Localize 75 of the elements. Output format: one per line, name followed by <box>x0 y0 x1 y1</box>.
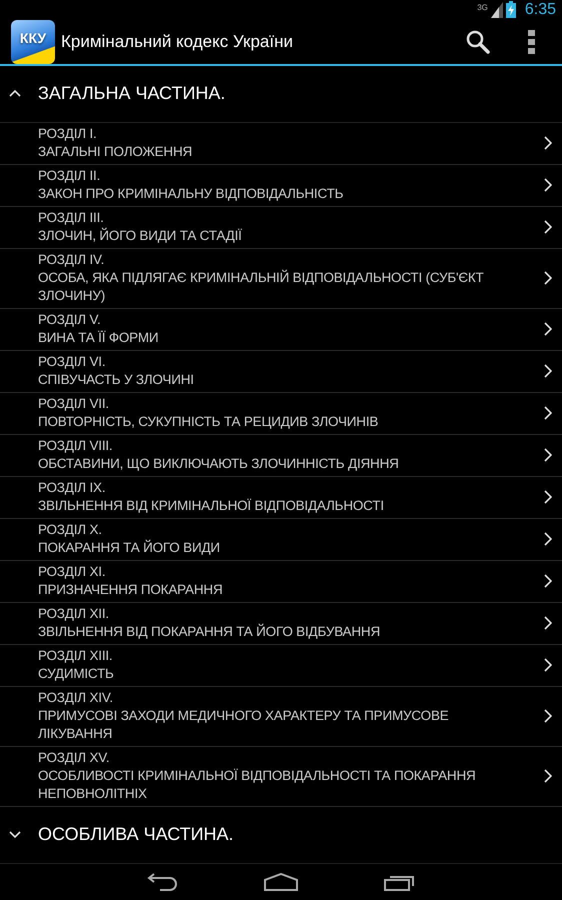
section-name: СПІВУЧАСТЬ У ЗЛОЧИНІ <box>38 370 195 389</box>
section-row[interactable]: РОЗДІЛ XIV. ПРИМУСОВІ ЗАХОДИ МЕДИЧНОГО ХАРАКТЕРУ ТА ПРИМУСОВЕ ЛІКУВАННЯ <box>0 686 562 747</box>
section-number: РОЗДІЛ VII. <box>38 394 110 413</box>
home-icon[interactable] <box>264 872 298 891</box>
chevron-right-icon <box>544 178 552 192</box>
overflow-menu-icon[interactable] <box>528 30 536 54</box>
section-number: РОЗДІЛ V. <box>38 310 102 329</box>
chevron-right-icon <box>544 616 552 630</box>
section-name: ЗВІЛЬНЕННЯ ВІД ПОКАРАННЯ ТА ЙОГО ВІДБУВАННЯ <box>38 622 381 641</box>
section-row[interactable]: РОЗДІЛ XIII. СУДИМІСТЬ <box>0 644 562 687</box>
section-name: ВИНА ТА ЇЇ ФОРМИ <box>38 328 160 347</box>
chevron-right-icon <box>544 768 552 783</box>
section-number: РОЗДІЛ XIV. <box>38 688 114 707</box>
battery-icon <box>506 1 516 18</box>
search-icon[interactable] <box>466 30 490 54</box>
section-row[interactable]: РОЗДІЛ IX. ЗВІЛЬНЕННЯ ВІД КРИМІНАЛЬНОЇ ВІДПОВІДАЛЬНОСТІ <box>0 476 562 519</box>
section-number: РОЗДІЛ III. <box>38 208 105 227</box>
section-number: РОЗДІЛ XI. <box>38 562 106 581</box>
group-header[interactable]: ОСОБЛИВА ЧАСТИНА. <box>0 806 562 864</box>
section-number: РОЗДІЛ XV. <box>38 748 110 767</box>
chevron-right-icon <box>544 448 552 462</box>
group-title: ЗАГАЛЬНА ЧАСТИНА. <box>38 83 226 104</box>
group-header[interactable]: ЗАГАЛЬНА ЧАСТИНА. <box>0 66 562 123</box>
section-name: ОСОБА, ЯКА ПІДЛЯГАЄ КРИМІНАЛЬНІЙ ВІДПОВІДАЛЬНОСТІ (СУБ'ЄКТ ЗЛОЧИНУ) <box>38 268 485 305</box>
section-row[interactable]: РОЗДІЛ VIII. ОБСТАВИНИ, ЩО ВИКЛЮЧАЮТЬ ЗЛОЧИННІСТЬ ДІЯННЯ <box>0 434 562 477</box>
chevron-right-icon <box>544 270 552 285</box>
section-row[interactable]: РОЗДІЛ VI. СПІВУЧАСТЬ У ЗЛОЧИНІ <box>0 350 562 393</box>
chevron-right-icon <box>544 658 552 672</box>
section-name: ЗЛОЧИН, ЙОГО ВИДИ ТА СТАДІЇ <box>38 226 243 245</box>
section-name: ЗАКОН ПРО КРИМІНАЛЬНУ ВІДПОВІДАЛЬНІСТЬ <box>38 184 344 203</box>
chevron-right-icon <box>544 136 552 150</box>
network-label: 3G <box>477 3 488 12</box>
group-title: ОСОБЛИВА ЧАСТИНА. <box>38 824 234 846</box>
section-name: ПОКАРАННЯ ТА ЙОГО ВИДИ <box>38 538 221 557</box>
section-number: РОЗДІЛ II. <box>38 166 102 185</box>
back-icon[interactable] <box>146 872 178 891</box>
section-number: РОЗДІЛ VIII. <box>38 436 114 455</box>
section-row[interactable]: РОЗДІЛ VII. ПОВТОРНІСТЬ, СУКУПНІСТЬ ТА РЕЦИДИВ ЗЛОЧИНІВ <box>0 392 562 435</box>
section-row[interactable]: РОЗДІЛ XII. ЗВІЛЬНЕННЯ ВІД ПОКАРАННЯ ТА ЙОГО ВІДБУВАННЯ <box>0 602 562 645</box>
signal-icon <box>490 2 503 18</box>
chevron-right-icon <box>544 708 552 723</box>
section-name: ОСОБЛИВОСТІ КРИМІНАЛЬНОЇ ВІДПОВІДАЛЬНОСТІ ТА ПОКАРАННЯ НЕПОВНОЛІТНІХ <box>38 766 477 803</box>
clock-time: 6:35 <box>524 0 556 19</box>
section-number: РОЗДІЛ IX. <box>38 478 106 497</box>
section-row[interactable]: РОЗДІЛ XV. ОСОБЛИВОСТІ КРИМІНАЛЬНОЇ ВІДПОВІДАЛЬНОСТІ ТА ПОКАРАННЯ НЕПОВНОЛІТНІХ <box>0 746 562 807</box>
section-row[interactable]: РОЗДІЛ II. ЗАКОН ПРО КРИМІНАЛЬНУ ВІДПОВІДАЛЬНІСТЬ <box>0 164 562 207</box>
section-number: РОЗДІЛ IV. <box>38 250 106 269</box>
section-row[interactable]: РОЗДІЛ III. ЗЛОЧИН, ЙОГО ВИДИ ТА СТАДІЇ <box>0 206 562 249</box>
chevron-right-icon <box>544 490 552 504</box>
section-row[interactable]: РОЗДІЛ V. ВИНА ТА ЇЇ ФОРМИ <box>0 308 562 351</box>
section-name: ЗВІЛЬНЕННЯ ВІД КРИМІНАЛЬНОЇ ВІДПОВІДАЛЬНОСТІ <box>38 496 385 515</box>
section-row[interactable]: РОЗДІЛ XI. ПРИЗНАЧЕННЯ ПОКАРАННЯ <box>0 560 562 603</box>
chevron-right-icon <box>544 364 552 378</box>
expand-chevron-icon <box>9 830 21 840</box>
chevron-right-icon <box>544 406 552 420</box>
chevron-right-icon <box>544 574 552 588</box>
section-name: ОБСТАВИНИ, ЩО ВИКЛЮЧАЮТЬ ЗЛОЧИННІСТЬ ДІЯННЯ <box>38 454 400 473</box>
section-name: ПРИМУСОВІ ЗАХОДИ МЕДИЧНОГО ХАРАКТЕРУ ТА ПРИМУСОВЕ ЛІКУВАННЯ <box>38 706 450 743</box>
section-number: РОЗДІЛ XIII. <box>38 646 114 665</box>
section-name: ЗАГАЛЬНІ ПОЛОЖЕННЯ <box>38 142 194 161</box>
section-row[interactable]: РОЗДІЛ IV. ОСОБА, ЯКА ПІДЛЯГАЄ КРИМІНАЛЬНІЙ ВІДПОВІДАЛЬНОСТІ (СУБ'ЄКТ ЗЛОЧИНУ) <box>0 248 562 309</box>
collapse-chevron-icon <box>9 89 21 98</box>
section-number: РОЗДІЛ VI. <box>38 352 106 371</box>
section-number: РОЗДІЛ I. <box>38 124 98 143</box>
app-title: Кримінальний кодекс України <box>61 32 294 52</box>
chevron-right-icon <box>544 322 552 336</box>
chevron-right-icon <box>544 532 552 546</box>
section-number: РОЗДІЛ XII. <box>38 604 110 623</box>
chevron-right-icon <box>544 220 552 234</box>
section-name: ПОВТОРНІСТЬ, СУКУПНІСТЬ ТА РЕЦИДИВ ЗЛОЧИНІВ <box>38 412 380 431</box>
section-row[interactable]: РОЗДІЛ X. ПОКАРАННЯ ТА ЙОГО ВИДИ <box>0 518 562 561</box>
section-row[interactable]: РОЗДІЛ I. ЗАГАЛЬНІ ПОЛОЖЕННЯ <box>0 122 562 165</box>
section-name: СУДИМІСТЬ <box>38 664 115 683</box>
section-name: ПРИЗНАЧЕННЯ ПОКАРАННЯ <box>38 580 224 599</box>
section-number: РОЗДІЛ X. <box>38 520 103 539</box>
